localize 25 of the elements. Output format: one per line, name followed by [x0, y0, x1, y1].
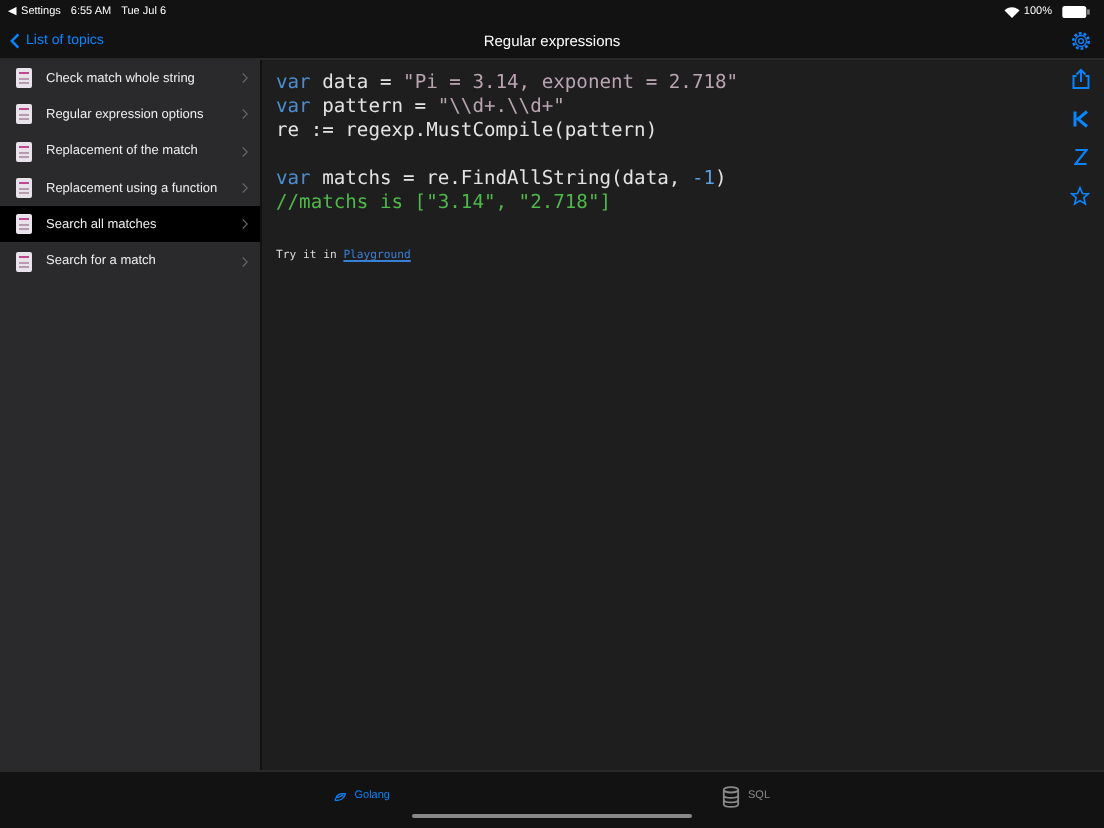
chevron-icon [242, 145, 248, 158]
share-icon[interactable] [1071, 68, 1089, 90]
document-icon [16, 178, 32, 199]
chevron-icon [242, 108, 248, 121]
chevron-icon [242, 255, 248, 268]
chevron-icon [242, 72, 248, 85]
wifi-icon [1003, 5, 1020, 17]
document-icon [16, 141, 32, 162]
code-line: var pattern = "\\d+.\\d+" [276, 96, 567, 120]
chevron-icon [242, 218, 248, 231]
document-icon [16, 68, 32, 89]
document-icon [16, 214, 32, 235]
document-icon [16, 251, 32, 272]
sleep-z-icon[interactable] [1073, 148, 1087, 166]
code-line: var data = "Pi = 3.14, exponent = 2.718" [276, 72, 741, 96]
code-line: re := regexp.MustCompile(pattern) [276, 120, 660, 144]
chevron-icon [242, 182, 248, 195]
star-icon[interactable] [1070, 186, 1090, 206]
code-line: var matchs = re.FindAllString(data, -1) [276, 168, 729, 192]
battery-icon [1062, 5, 1090, 17]
database-icon [722, 785, 740, 807]
settings-icon[interactable] [1070, 29, 1092, 51]
document-icon [16, 104, 32, 125]
code-line: //matchs is ["3.14", "2.718"] [276, 192, 614, 216]
chevron-icon [10, 31, 20, 49]
